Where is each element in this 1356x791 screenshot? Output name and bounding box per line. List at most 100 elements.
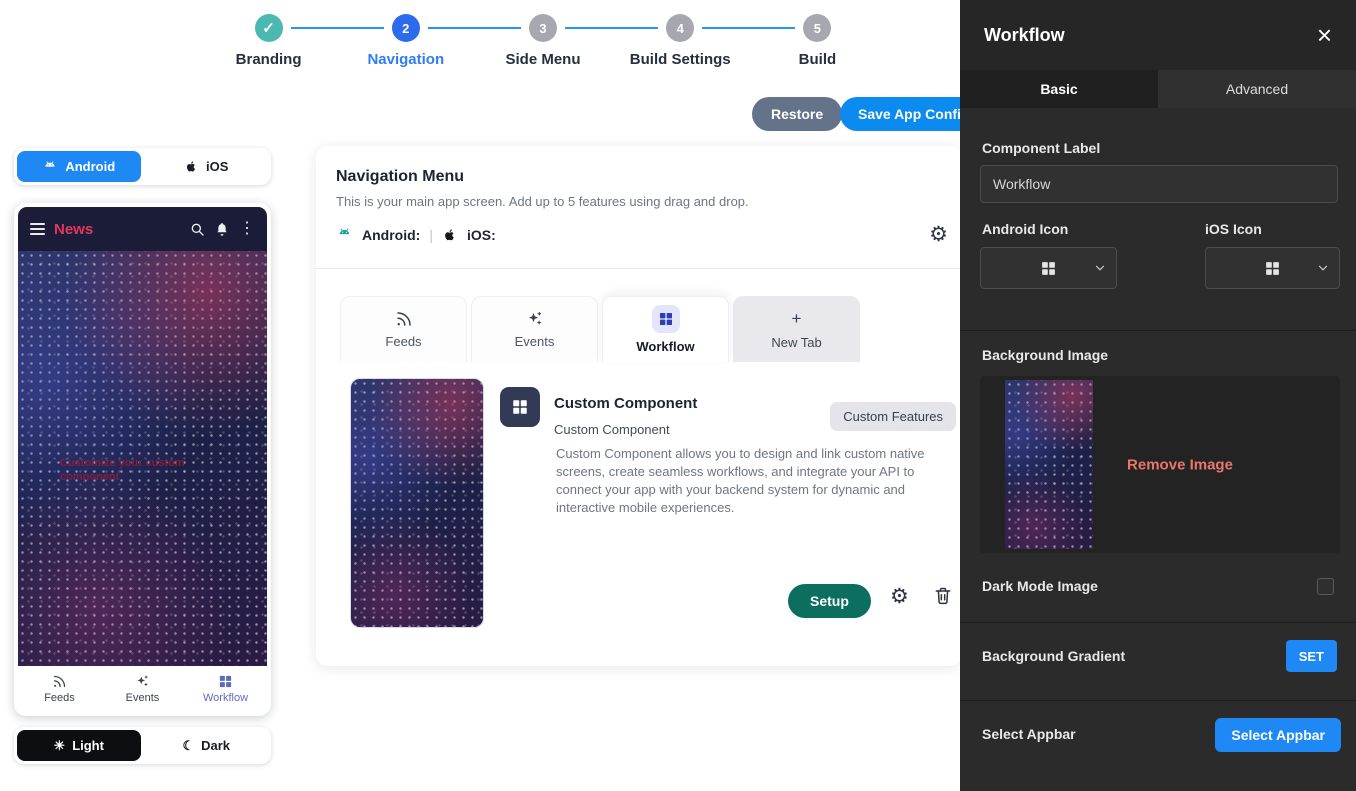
tab-label: Workflow — [636, 339, 694, 354]
platform-android-button[interactable]: Android — [17, 151, 141, 182]
component-label-label: Component Label — [982, 140, 1100, 156]
theme-dark-button[interactable]: ☾ Dark — [145, 730, 269, 761]
phone-tab-label: Workflow — [203, 692, 248, 704]
phone-tab-bar: Feeds Events Workflow — [18, 666, 267, 712]
ios-icon-select[interactable] — [1205, 247, 1340, 289]
theme-light-label: Light — [72, 738, 104, 753]
phone-tab-label: Events — [126, 692, 160, 704]
apple-icon — [442, 227, 458, 243]
ios-icon-label: iOS Icon — [1205, 221, 1262, 237]
stepper-step-build-settings[interactable]: 4 Build Settings — [612, 14, 749, 68]
panel-tabs: Basic Advanced — [960, 70, 1356, 108]
close-icon[interactable]: × — [1317, 22, 1332, 48]
tab-label: Feeds — [385, 334, 421, 349]
component-label-input[interactable] — [980, 165, 1338, 203]
stepper-step-side-menu[interactable]: 3 Side Menu — [474, 14, 611, 68]
component-description: Custom Component allows you to design an… — [556, 445, 950, 517]
setup-button[interactable]: Setup — [788, 584, 871, 618]
tab-feeds[interactable]: Feeds — [340, 296, 467, 362]
ios-label: iOS: — [467, 227, 496, 243]
step-label: Side Menu — [506, 51, 581, 68]
android-icon — [42, 159, 58, 175]
sparkle-icon — [526, 310, 544, 328]
theme-light-button[interactable]: ☀ Light — [17, 730, 141, 761]
tab-basic[interactable]: Basic — [960, 70, 1158, 108]
step-circle: 2 — [392, 14, 420, 42]
set-gradient-button[interactable]: SET — [1286, 640, 1337, 672]
platform-ios-button[interactable]: iOS — [145, 151, 269, 182]
component-subtitle: Custom Component — [554, 422, 670, 437]
step-circle: ✓ — [255, 14, 283, 42]
phone-tab-label: Feeds — [44, 692, 75, 704]
divider — [960, 330, 1356, 331]
phone-app-title: News — [54, 221, 93, 238]
step-circle: 4 — [666, 14, 694, 42]
tab-workflow[interactable]: Workflow — [602, 296, 729, 362]
more-vertical-icon: ⋮ — [239, 221, 255, 237]
chevron-down-icon — [1316, 261, 1330, 275]
component-settings-gear-icon[interactable]: ⚙ — [890, 584, 909, 609]
select-appbar-label: Select Appbar — [982, 726, 1076, 742]
component-title: Custom Component — [554, 395, 697, 412]
android-label: Android: — [362, 227, 420, 243]
step-label: Branding — [236, 51, 302, 68]
remove-image-button[interactable]: Remove Image — [1080, 456, 1280, 473]
phone-tab-events[interactable]: Events — [101, 666, 184, 712]
phone-tab-feeds[interactable]: Feeds — [18, 666, 101, 712]
panel-header: Workflow × — [960, 0, 1356, 70]
menu-icon — [30, 223, 45, 235]
phone-appbar: News ⋮ — [18, 207, 267, 251]
step-circle: 3 — [529, 14, 557, 42]
background-image-preview: Remove Image — [980, 376, 1340, 553]
app-root: ✓ Branding 2 Navigation 3 Side Menu 4 Bu… — [0, 0, 1356, 791]
stepper-step-branding[interactable]: ✓ Branding — [200, 14, 337, 68]
step-circle: 5 — [803, 14, 831, 42]
stepper-step-navigation[interactable]: 2 Navigation — [337, 14, 474, 68]
sparkle-icon — [135, 674, 150, 689]
card-subtitle: This is your main app screen. Add up to … — [336, 194, 749, 209]
android-icon-select[interactable] — [980, 247, 1117, 289]
phone-overlay-text: Customize your custom component — [60, 456, 192, 484]
navigation-menu-card: Navigation Menu This is your main app sc… — [316, 146, 962, 666]
grid-icon — [1264, 260, 1281, 277]
grid-icon — [218, 674, 233, 689]
phone-background-image: Customize your custom component — [18, 251, 267, 666]
phone-preview: News ⋮ Customize your custom component F… — [14, 203, 271, 716]
restore-button[interactable]: Restore — [752, 97, 842, 131]
moon-icon: ☾ — [182, 738, 194, 754]
rss-icon — [395, 310, 413, 328]
stepper: ✓ Branding 2 Navigation 3 Side Menu 4 Bu… — [200, 14, 886, 68]
apple-icon — [184, 159, 199, 174]
tab-advanced[interactable]: Advanced — [1158, 70, 1356, 108]
tab-new-tab[interactable]: + New Tab — [733, 296, 860, 362]
platform-android-label: Android — [65, 159, 115, 174]
tab-label: Events — [515, 334, 555, 349]
search-icon — [189, 221, 205, 237]
rss-icon — [52, 674, 67, 689]
nav-settings-gear-icon[interactable]: ⚙ — [929, 222, 948, 247]
divider — [960, 700, 1356, 701]
tab-events[interactable]: Events — [471, 296, 598, 362]
divider — [316, 268, 962, 269]
background-image-label: Background Image — [982, 347, 1108, 363]
chevron-down-icon — [1093, 261, 1107, 275]
select-appbar-button[interactable]: Select Appbar — [1215, 718, 1341, 752]
step-label: Build Settings — [630, 51, 731, 68]
panel-title: Workflow — [984, 25, 1065, 46]
step-label: Build — [799, 51, 837, 68]
divider: | — [429, 227, 433, 243]
tab-label: New Tab — [771, 335, 821, 350]
phone-tab-workflow[interactable]: Workflow — [184, 666, 267, 712]
sun-icon: ☀ — [54, 738, 66, 754]
step-label: Navigation — [367, 51, 444, 68]
plus-icon: + — [792, 309, 802, 329]
theme-dark-label: Dark — [201, 738, 230, 753]
feature-tabs: Feeds Events Workflow + New Tab — [340, 296, 860, 362]
delete-component-trash-icon[interactable] — [933, 586, 953, 606]
stepper-step-build[interactable]: 5 Build — [749, 14, 886, 68]
platform-toggle: Android iOS — [14, 148, 271, 185]
dark-mode-image-checkbox[interactable] — [1317, 578, 1334, 595]
custom-component-icon — [500, 387, 540, 427]
dark-mode-image-label: Dark Mode Image — [982, 578, 1098, 594]
platform-ios-label: iOS — [206, 159, 228, 174]
